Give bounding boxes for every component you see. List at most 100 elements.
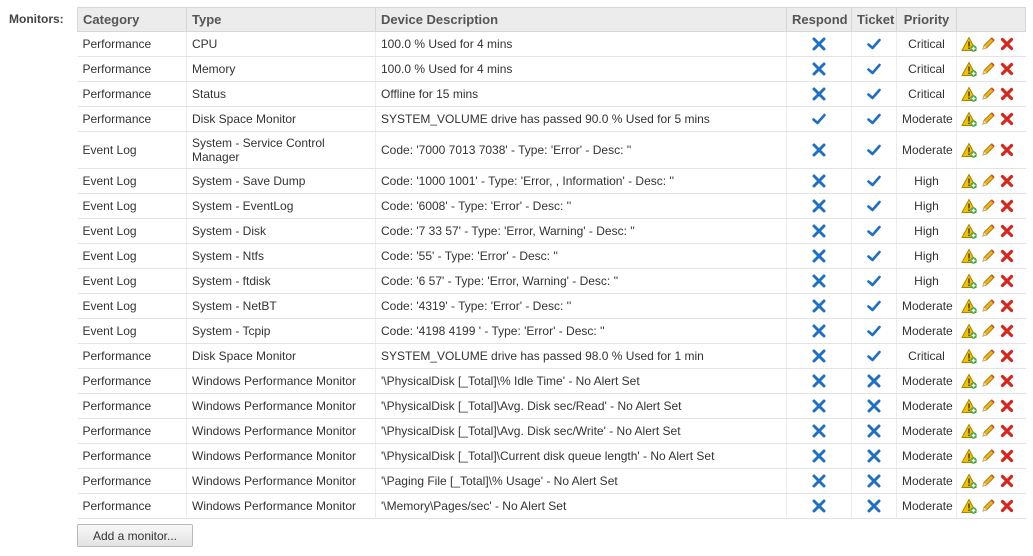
alert-add-icon[interactable] xyxy=(961,142,977,158)
alert-add-icon[interactable] xyxy=(961,86,977,102)
respond-cell[interactable] xyxy=(786,56,852,82)
pencil-edit-icon[interactable] xyxy=(980,398,996,414)
x-mark-icon[interactable] xyxy=(811,473,827,489)
pencil-edit-icon[interactable] xyxy=(980,86,996,102)
x-mark-icon[interactable] xyxy=(866,498,882,514)
checkmark-icon[interactable] xyxy=(866,198,882,214)
respond-cell[interactable] xyxy=(786,243,852,269)
col-header-ticket[interactable]: Ticket xyxy=(851,7,897,32)
pencil-edit-icon[interactable] xyxy=(980,473,996,489)
x-mark-icon[interactable] xyxy=(866,473,882,489)
x-mark-icon[interactable] xyxy=(811,448,827,464)
ticket-cell[interactable] xyxy=(851,31,897,57)
x-mark-icon[interactable] xyxy=(811,373,827,389)
x-mark-icon[interactable] xyxy=(811,248,827,264)
checkmark-icon[interactable] xyxy=(866,36,882,52)
delete-x-icon[interactable] xyxy=(999,61,1015,77)
x-mark-icon[interactable] xyxy=(811,61,827,77)
ticket-cell[interactable] xyxy=(851,131,897,169)
ticket-cell[interactable] xyxy=(851,293,897,319)
alert-add-icon[interactable] xyxy=(961,273,977,289)
x-mark-icon[interactable] xyxy=(811,423,827,439)
delete-x-icon[interactable] xyxy=(999,448,1015,464)
x-mark-icon[interactable] xyxy=(811,323,827,339)
x-mark-icon[interactable] xyxy=(866,423,882,439)
alert-add-icon[interactable] xyxy=(961,498,977,514)
pencil-edit-icon[interactable] xyxy=(980,36,996,52)
delete-x-icon[interactable] xyxy=(999,498,1015,514)
checkmark-icon[interactable] xyxy=(866,323,882,339)
delete-x-icon[interactable] xyxy=(999,142,1015,158)
pencil-edit-icon[interactable] xyxy=(980,198,996,214)
ticket-cell[interactable] xyxy=(851,56,897,82)
pencil-edit-icon[interactable] xyxy=(980,142,996,158)
delete-x-icon[interactable] xyxy=(999,111,1015,127)
respond-cell[interactable] xyxy=(786,268,852,294)
x-mark-icon[interactable] xyxy=(811,348,827,364)
alert-add-icon[interactable] xyxy=(961,36,977,52)
pencil-edit-icon[interactable] xyxy=(980,111,996,127)
ticket-cell[interactable] xyxy=(851,168,897,194)
respond-cell[interactable] xyxy=(786,443,852,469)
x-mark-icon[interactable] xyxy=(811,298,827,314)
delete-x-icon[interactable] xyxy=(999,173,1015,189)
alert-add-icon[interactable] xyxy=(961,198,977,214)
ticket-cell[interactable] xyxy=(851,218,897,244)
ticket-cell[interactable] xyxy=(851,493,897,519)
checkmark-icon[interactable] xyxy=(866,61,882,77)
pencil-edit-icon[interactable] xyxy=(980,61,996,77)
checkmark-icon[interactable] xyxy=(866,223,882,239)
respond-cell[interactable] xyxy=(786,318,852,344)
delete-x-icon[interactable] xyxy=(999,36,1015,52)
pencil-edit-icon[interactable] xyxy=(980,273,996,289)
ticket-cell[interactable] xyxy=(851,393,897,419)
respond-cell[interactable] xyxy=(786,393,852,419)
pencil-edit-icon[interactable] xyxy=(980,498,996,514)
col-header-respond[interactable]: Respond xyxy=(786,7,852,32)
x-mark-icon[interactable] xyxy=(811,198,827,214)
ticket-cell[interactable] xyxy=(851,318,897,344)
respond-cell[interactable] xyxy=(786,218,852,244)
alert-add-icon[interactable] xyxy=(961,373,977,389)
respond-cell[interactable] xyxy=(786,493,852,519)
checkmark-icon[interactable] xyxy=(866,142,882,158)
respond-cell[interactable] xyxy=(786,418,852,444)
delete-x-icon[interactable] xyxy=(999,198,1015,214)
checkmark-icon[interactable] xyxy=(866,111,882,127)
ticket-cell[interactable] xyxy=(851,343,897,369)
alert-add-icon[interactable] xyxy=(961,398,977,414)
delete-x-icon[interactable] xyxy=(999,423,1015,439)
x-mark-icon[interactable] xyxy=(811,223,827,239)
x-mark-icon[interactable] xyxy=(811,36,827,52)
respond-cell[interactable] xyxy=(786,293,852,319)
ticket-cell[interactable] xyxy=(851,106,897,132)
delete-x-icon[interactable] xyxy=(999,273,1015,289)
x-mark-icon[interactable] xyxy=(811,498,827,514)
x-mark-icon[interactable] xyxy=(811,398,827,414)
alert-add-icon[interactable] xyxy=(961,323,977,339)
respond-cell[interactable] xyxy=(786,31,852,57)
checkmark-icon[interactable] xyxy=(811,111,827,127)
alert-add-icon[interactable] xyxy=(961,423,977,439)
alert-add-icon[interactable] xyxy=(961,173,977,189)
alert-add-icon[interactable] xyxy=(961,223,977,239)
ticket-cell[interactable] xyxy=(851,418,897,444)
respond-cell[interactable] xyxy=(786,81,852,107)
ticket-cell[interactable] xyxy=(851,443,897,469)
x-mark-icon[interactable] xyxy=(811,142,827,158)
alert-add-icon[interactable] xyxy=(961,298,977,314)
respond-cell[interactable] xyxy=(786,168,852,194)
respond-cell[interactable] xyxy=(786,193,852,219)
col-header-category[interactable]: Category xyxy=(77,7,187,32)
x-mark-icon[interactable] xyxy=(811,273,827,289)
alert-add-icon[interactable] xyxy=(961,348,977,364)
checkmark-icon[interactable] xyxy=(866,298,882,314)
col-header-description[interactable]: Device Description xyxy=(375,7,787,32)
add-monitor-button[interactable]: Add a monitor... xyxy=(77,524,193,547)
x-mark-icon[interactable] xyxy=(866,448,882,464)
delete-x-icon[interactable] xyxy=(999,373,1015,389)
alert-add-icon[interactable] xyxy=(961,248,977,264)
x-mark-icon[interactable] xyxy=(866,398,882,414)
pencil-edit-icon[interactable] xyxy=(980,223,996,239)
col-header-type[interactable]: Type xyxy=(186,7,376,32)
